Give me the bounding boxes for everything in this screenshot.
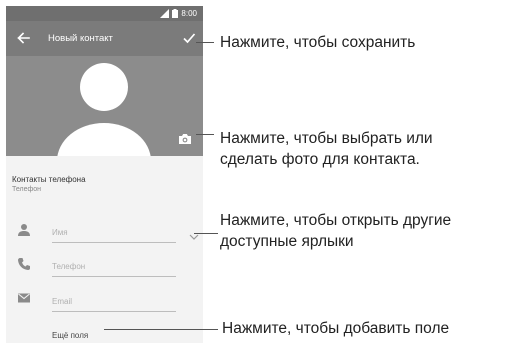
callout-line-add-field — [104, 329, 218, 330]
callout-line-save — [196, 42, 214, 43]
status-icons: 8:00 — [160, 8, 197, 19]
battery-icon — [172, 9, 179, 18]
more-fields-button[interactable]: Ещё поля — [52, 331, 88, 341]
callout-save: Нажмите, чтобы сохранить — [220, 34, 416, 51]
person-icon — [18, 224, 30, 236]
callout-add-field: Нажмите, чтобы добавить поле — [222, 320, 450, 337]
name-field[interactable] — [52, 222, 176, 243]
signal-icon — [160, 9, 170, 18]
phone-screen: 8:00 Новый контакт Контакты телефона Тел… — [6, 6, 203, 343]
status-bar: 8:00 — [6, 6, 203, 21]
callout-labels-line1: Нажмите, чтобы открыть другие — [220, 212, 452, 229]
chevron-down-icon[interactable] — [189, 233, 199, 241]
toolbar-title: Новый контакт — [48, 33, 113, 44]
arrow-back-icon[interactable] — [16, 31, 30, 45]
account-title: Контакты телефона — [12, 175, 86, 184]
email-icon — [18, 293, 30, 303]
phone-icon — [18, 258, 30, 270]
status-time: 8:00 — [181, 8, 197, 18]
callout-photo-line2: сделать фото для контакта. — [220, 151, 420, 168]
callout-labels-line2: доступные ярлыки — [220, 233, 354, 250]
contact-photo-area[interactable] — [6, 56, 203, 156]
camera-icon[interactable] — [178, 133, 192, 145]
phone-field[interactable] — [52, 256, 176, 277]
account-selector[interactable]: Контакты телефона Телефон — [12, 174, 86, 195]
person-silhouette-icon — [57, 63, 151, 156]
callout-line-labels — [194, 233, 218, 234]
callout-line-photo — [196, 134, 214, 135]
email-field[interactable] — [52, 291, 176, 312]
check-icon[interactable] — [182, 31, 196, 45]
account-subtitle: Телефон — [12, 186, 42, 193]
callout-photo-line1: Нажмите, чтобы выбрать или — [220, 130, 433, 147]
toolbar: Новый контакт — [6, 21, 203, 56]
